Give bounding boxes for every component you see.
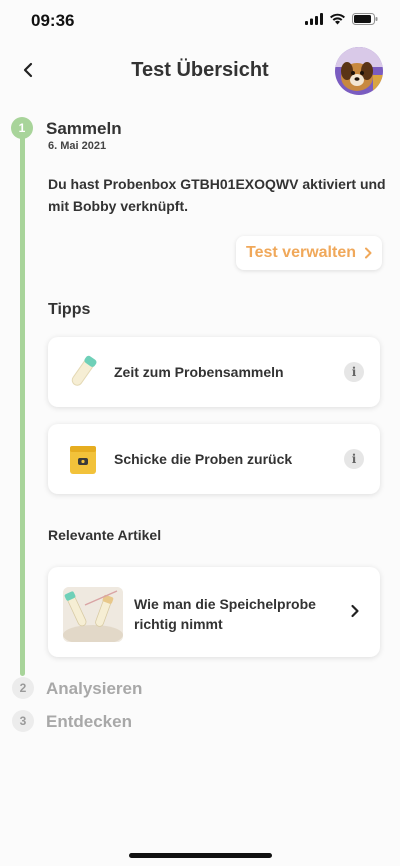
avatar[interactable] <box>335 47 383 95</box>
chevron-right-icon <box>351 604 359 618</box>
cellular-signal-icon <box>305 13 323 25</box>
clock: 09:36 <box>31 11 75 30</box>
articles-heading: Relevante Artikel <box>48 527 162 543</box>
tip-card-send-back[interactable]: Schicke die Proben zurück i <box>48 424 380 494</box>
saliva-sample-illustration-icon <box>63 587 123 642</box>
tip-label: Schicke die Proben zurück <box>114 451 293 467</box>
chevron-right-icon <box>364 247 372 259</box>
activation-description: Du hast Probenbox GTBH01EXOQWV aktiviert… <box>48 176 386 214</box>
step-3-title: Entdecken <box>46 712 132 731</box>
wifi-icon <box>330 13 345 25</box>
status-icons <box>305 13 378 25</box>
return-box-icon <box>70 446 96 474</box>
tip-label: Zeit zum Probensammeln <box>114 364 284 380</box>
tip-card-sample-time[interactable]: Zeit zum Probensammeln i <box>48 337 380 407</box>
step-2-title: Analysieren <box>46 679 143 698</box>
home-indicator[interactable] <box>129 853 272 858</box>
nav-header: Test Übersicht <box>0 44 400 100</box>
manage-test-label: Test verwalten <box>246 244 356 261</box>
step-1-indicator: 1 <box>11 117 33 139</box>
status-bar: 09:36 <box>0 0 400 44</box>
sample-tube-icon <box>71 355 97 386</box>
dog-avatar-icon <box>335 47 383 95</box>
info-icon[interactable]: i <box>344 449 364 469</box>
article-title: Wie man die Speichelprobe richtig nimmt <box>134 596 316 632</box>
step-1-title: Sammeln <box>46 119 122 138</box>
step-2-indicator: 2 <box>12 677 34 699</box>
manage-test-button[interactable]: Test verwalten <box>236 236 382 270</box>
step-1-date: 6. Mai 2021 <box>48 140 107 152</box>
article-card[interactable]: Wie man die Speichelprobe richtig nimmt <box>48 567 380 657</box>
progress-rail <box>20 128 25 676</box>
battery-icon <box>352 13 378 25</box>
tips-heading: Tipps <box>48 301 91 318</box>
article-thumbnail <box>63 587 123 642</box>
info-icon[interactable]: i <box>344 362 364 382</box>
step-3-indicator: 3 <box>12 710 34 732</box>
